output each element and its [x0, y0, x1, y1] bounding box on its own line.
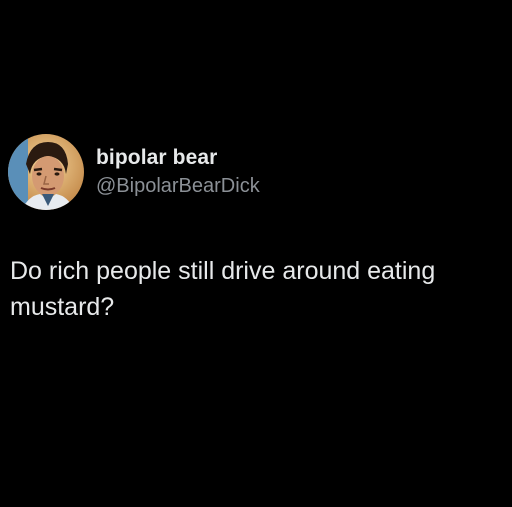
- avatar[interactable]: [8, 134, 84, 210]
- profile-photo-icon: [8, 134, 84, 210]
- user-handle[interactable]: @BipolarBearDick: [96, 173, 260, 199]
- tweet-card: bipolar bear @BipolarBearDick Do rich pe…: [0, 0, 512, 507]
- tweet-header: bipolar bear @BipolarBearDick: [8, 134, 260, 210]
- author-names: bipolar bear @BipolarBearDick: [96, 145, 260, 199]
- tweet-text: Do rich people still drive around eating…: [10, 257, 436, 321]
- display-name[interactable]: bipolar bear: [96, 145, 260, 171]
